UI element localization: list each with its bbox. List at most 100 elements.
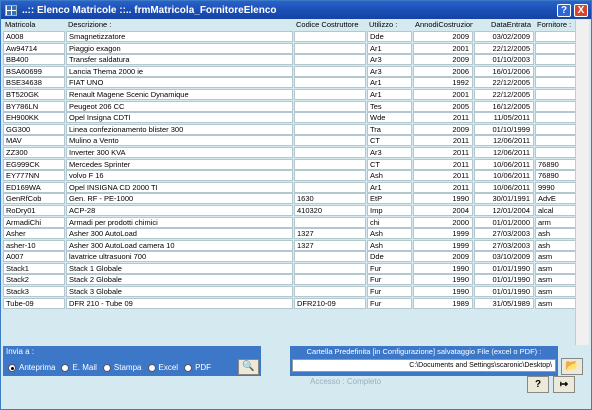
table-cell[interactable]: 12/01/2004 (474, 204, 534, 216)
table-cell[interactable]: BT520GK (3, 88, 65, 100)
table-row[interactable]: RoDry01 ACP-28 410320 Imp 2004 12/01/2004 alca… (3, 204, 591, 216)
table-cell[interactable]: 03/10/2009 (474, 251, 534, 263)
table-row[interactable]: ED169WA Opel INSIGNA CD 2000 TI Ar1 2011 10/… (3, 181, 591, 193)
table-cell[interactable]: MAV (3, 135, 65, 147)
table-cell[interactable]: 27/03/2003 (474, 228, 534, 240)
table-cell[interactable]: Ar1 (367, 42, 412, 54)
table-cell[interactable] (294, 274, 366, 286)
table-row[interactable]: EH900KK Opel Insigna CDTI Wde 2011 11/05/201… (3, 112, 591, 124)
table-row[interactable]: A008 Smagnetizzatore Dde 2009 03/02/2009 (3, 31, 591, 42)
table-cell[interactable]: A007 (3, 251, 65, 263)
table-cell[interactable]: 1990 (413, 274, 473, 286)
table-cell[interactable]: ArmadiChi (3, 216, 65, 228)
table-cell[interactable] (294, 181, 366, 193)
table-cell[interactable]: 12/06/2011 (474, 146, 534, 158)
table-cell[interactable]: Stack2 (3, 274, 65, 286)
table-cell[interactable]: 76890 (535, 170, 579, 182)
table-cell[interactable]: 2011 (413, 135, 473, 147)
table-cell[interactable]: Fur (367, 274, 412, 286)
table-cell[interactable]: Wde (367, 112, 412, 124)
table-cell[interactable]: 2009 (413, 54, 473, 66)
table-cell[interactable]: 1630 (294, 193, 366, 205)
table-cell[interactable]: Aw94714 (3, 42, 65, 54)
table-cell[interactable]: Inverter 300 KVA (66, 146, 293, 158)
table-cell[interactable]: 9990 (535, 181, 579, 193)
table-cell[interactable]: GenRfCob (3, 193, 65, 205)
table-cell[interactable]: 2006 (413, 65, 473, 77)
table-cell[interactable]: 2005 (413, 100, 473, 112)
table-cell[interactable] (294, 146, 366, 158)
table-cell[interactable]: Mulino a Vento (66, 135, 293, 147)
table-cell[interactable] (294, 100, 366, 112)
table-cell[interactable] (294, 262, 366, 274)
table-cell[interactable] (294, 170, 366, 182)
table-cell[interactable]: Asher 300 AutoLoad (66, 228, 293, 240)
table-cell[interactable]: Stack 1 Globale (66, 262, 293, 274)
table-row[interactable]: Aw94714 Piaggio exagon Ar1 2001 22/12/2005 (3, 42, 591, 54)
invia-option[interactable]: Anteprima (8, 363, 55, 372)
table-cell[interactable] (535, 65, 579, 77)
table-cell[interactable]: AdvE (535, 193, 579, 205)
table-cell[interactable]: Peugeot 206 CC (66, 100, 293, 112)
table-cell[interactable]: 31/05/1989 (474, 297, 534, 309)
table-cell[interactable]: 12/06/2011 (474, 135, 534, 147)
table-cell[interactable]: 22/12/2005 (474, 42, 534, 54)
table-cell[interactable]: ED169WA (3, 181, 65, 193)
table-cell[interactable]: Stack 3 Globale (66, 286, 293, 298)
table-row[interactable]: asher-10 Asher 300 AutoLoad camera 10 1327… (3, 239, 591, 251)
table-row[interactable]: Asher Asher 300 AutoLoad 1327 Ash 1999 27/03/… (3, 228, 591, 240)
table-cell[interactable]: Armadi per prodotti chimici (66, 216, 293, 228)
table-cell[interactable]: alcal (535, 204, 579, 216)
table-cell[interactable]: EG999CK (3, 158, 65, 170)
radio-button[interactable] (61, 363, 70, 372)
radio-button[interactable] (8, 363, 16, 372)
table-row[interactable]: ZZ300 Inverter 300 KVA Ar3 2011 12/06/2011 (3, 146, 591, 158)
table-cell[interactable]: asm (535, 251, 579, 263)
table-cell[interactable]: 11/05/2011 (474, 112, 534, 124)
table-cell[interactable]: 1989 (413, 297, 473, 309)
table-row[interactable]: EG999CK Mercedes Sprinter CT 2011 10/06/2011… (3, 158, 591, 170)
table-row[interactable]: EY777NN volvo F 16 Ash 2011 10/06/2011 76890 (3, 170, 591, 182)
table-cell[interactable] (294, 251, 366, 263)
table-cell[interactable]: EtP (367, 193, 412, 205)
table-cell[interactable]: Dde (367, 31, 412, 42)
table-row[interactable]: BB400 Transfer saldatura Ar3 2009 01/10/2003 (3, 54, 591, 66)
radio-button[interactable] (102, 363, 111, 372)
table-cell[interactable]: ash (535, 228, 579, 240)
table-cell[interactable]: 01/01/2000 (474, 216, 534, 228)
table-cell[interactable]: 1990 (413, 262, 473, 274)
table-cell[interactable]: 2011 (413, 158, 473, 170)
table-row[interactable]: BT520GK Renault Magene Scenic Dynamique Ar… (3, 88, 591, 100)
table-cell[interactable]: ash (535, 239, 579, 251)
table-cell[interactable] (294, 123, 366, 135)
table-cell[interactable]: Asher (3, 228, 65, 240)
table-cell[interactable]: 27/03/2003 (474, 239, 534, 251)
title-bar[interactable]: ..:: Elenco Matricole ::.. frmMatricola_… (1, 1, 591, 19)
table-cell[interactable] (294, 88, 366, 100)
table-cell[interactable] (294, 42, 366, 54)
table-cell[interactable]: Smagnetizzatore (66, 31, 293, 42)
table-cell[interactable] (294, 31, 366, 42)
help-button[interactable]: ? (527, 376, 549, 393)
table-cell[interactable] (294, 54, 366, 66)
invia-option[interactable]: Stampa (102, 363, 142, 372)
table-row[interactable]: BSE34638 FIAT UNO Ar1 1992 22/12/2005 (3, 77, 591, 89)
table-cell[interactable]: Ar3 (367, 65, 412, 77)
preview-button[interactable]: 🔍 (238, 359, 259, 375)
table-cell[interactable]: 2009 (413, 123, 473, 135)
exit-button[interactable]: ↦ (553, 376, 575, 393)
table-cell[interactable]: asher-10 (3, 239, 65, 251)
table-cell[interactable]: asm (535, 262, 579, 274)
table-cell[interactable]: 2000 (413, 216, 473, 228)
table-cell[interactable]: DFR 210 - Tube 09 (66, 297, 293, 309)
table-cell[interactable]: 1327 (294, 239, 366, 251)
table-cell[interactable]: A008 (3, 31, 65, 42)
table-cell[interactable] (294, 216, 366, 228)
browse-folder-button[interactable]: 📂 (561, 358, 583, 375)
table-cell[interactable]: Opel Insigna CDTI (66, 112, 293, 124)
table-row[interactable]: ArmadiChi Armadi per prodotti chimici chi 2… (3, 216, 591, 228)
table-row[interactable]: Tube-09 DFR 210 - Tube 09 DFR210-09 Fur 1989… (3, 297, 591, 309)
table-cell[interactable]: Lancia Thema 2000 ie (66, 65, 293, 77)
table-cell[interactable]: Fur (367, 262, 412, 274)
table-cell[interactable]: 30/01/1991 (474, 193, 534, 205)
